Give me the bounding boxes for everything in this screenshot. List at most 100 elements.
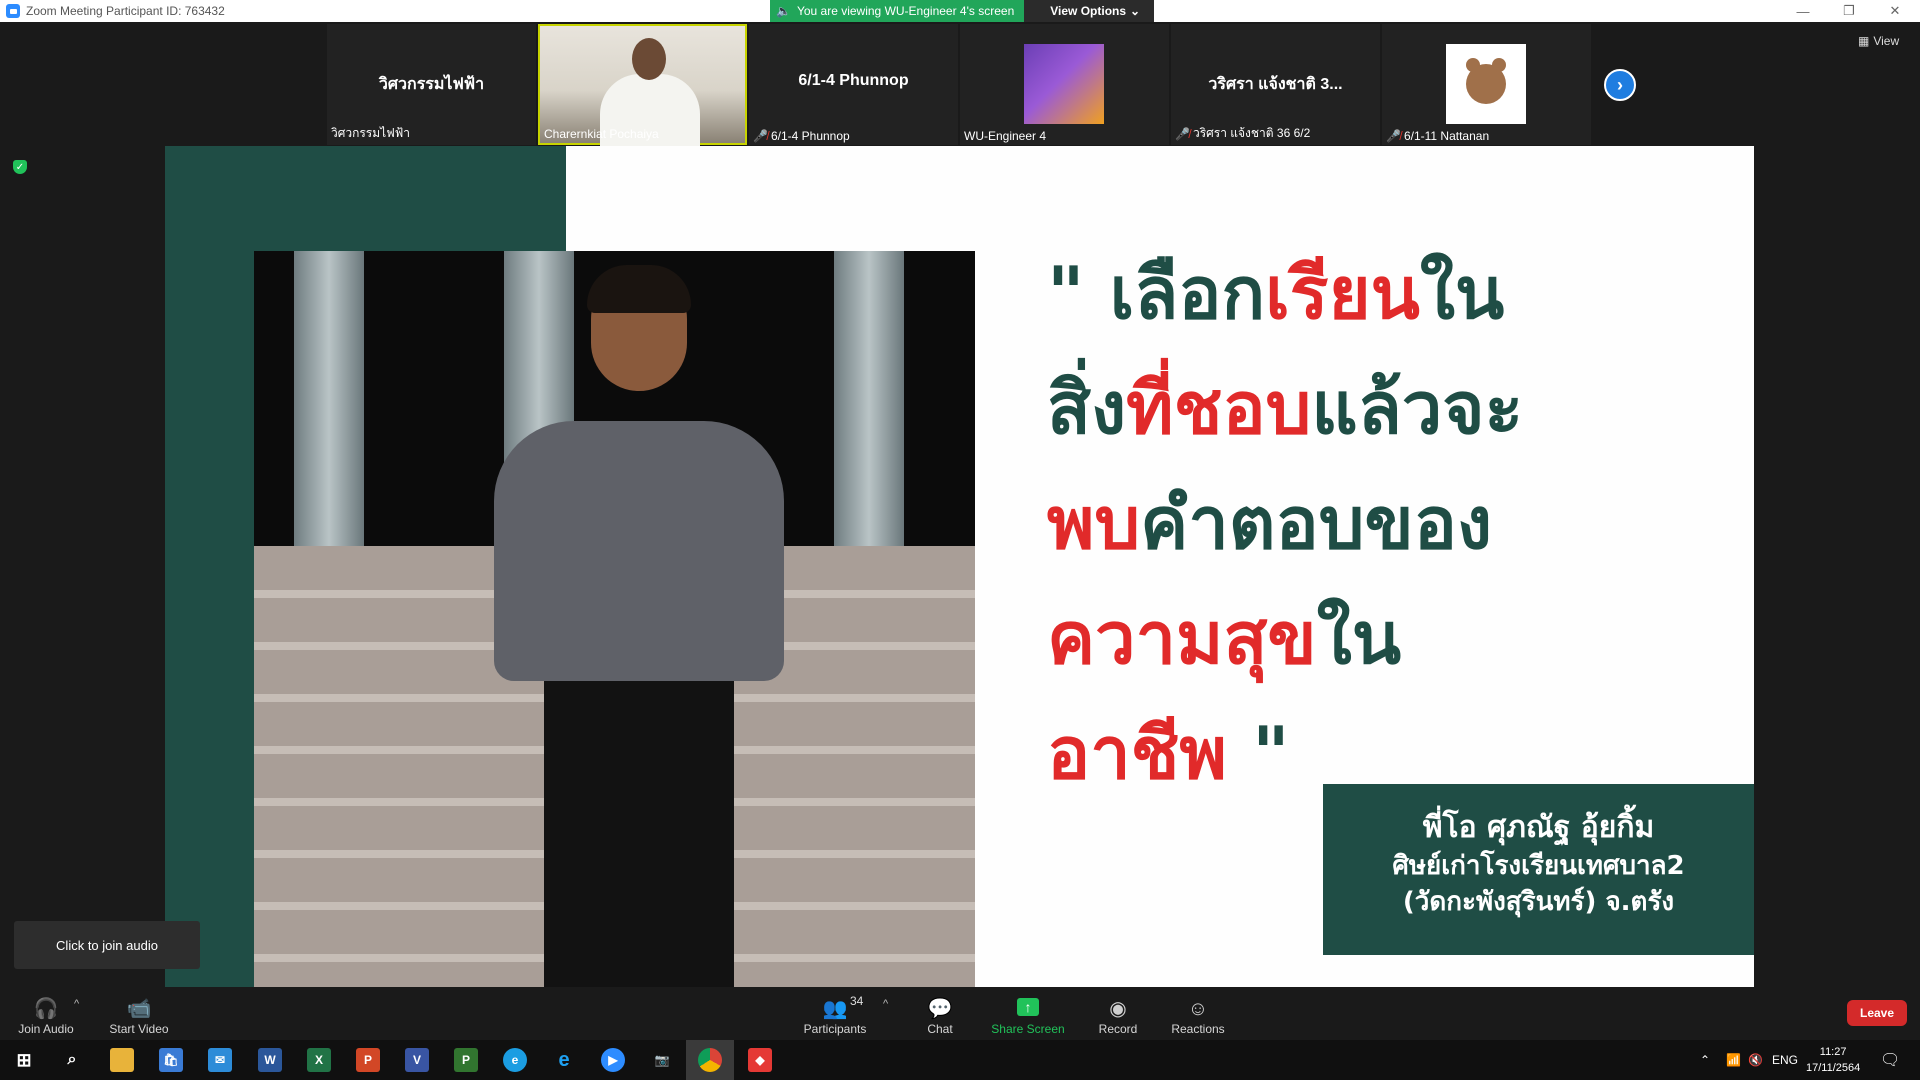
minimize-button[interactable]: — [1780, 0, 1826, 22]
view-options-label: View Options [1050, 4, 1127, 18]
meeting-controls: 🎧 Join Audio 📹 Start Video 👥 Participant… [0, 988, 1920, 1040]
quote-text: ใน [1419, 251, 1505, 335]
quote-highlight: ความสุข [1047, 596, 1317, 680]
anydesk-icon[interactable]: ◆ [748, 1048, 772, 1072]
language-indicator[interactable]: ENG [1772, 1040, 1798, 1080]
quote-text: สิ่ง [1047, 366, 1127, 450]
start-video-button[interactable]: 📹 Start Video [100, 988, 178, 1040]
tray-overflow-icon[interactable]: ⌃ [1700, 1040, 1710, 1080]
participant-label: 🎤̸ 6/1-11 Nattanan [1386, 129, 1490, 143]
shared-screen: " เลือกเรียนใน สิ่งที่ชอบแล้วจะ พบคำตอบของ… [165, 146, 1754, 987]
participant-tile[interactable]: วิศวกรรมไฟฟ้า วิศวกรรมไฟฟ้า [327, 24, 536, 145]
share-screen-button[interactable]: ↑ Share Screen [988, 988, 1068, 1040]
slide-quote: " เลือกเรียนใน สิ่งที่ชอบแล้วจะ พบคำตอบของ… [1047, 236, 1727, 811]
quote-text: " เลือก [1047, 251, 1266, 335]
participant-label: Charernkiat Pochaiya [544, 127, 659, 141]
taskbar-clock[interactable]: 11:27 17/11/2564 [1806, 1044, 1860, 1076]
quote-highlight: พบ [1047, 481, 1141, 565]
viewing-banner: 🔈 You are viewing WU-Engineer 4's screen… [770, 0, 1155, 22]
participants-icon: 👥 [822, 998, 848, 1020]
internet-explorer-icon[interactable]: e [552, 1048, 576, 1072]
participant-tile[interactable]: วริศรา แจ้งชาติ 3... 🎤̸ วริศรา แจ้งชาติ 3… [1171, 24, 1380, 145]
mic-muted-icon: 🎤̸ [753, 129, 768, 143]
store-icon[interactable]: 🛍 [159, 1048, 183, 1072]
zoom-icon[interactable]: ▶ [601, 1048, 625, 1072]
quote-line: " เลือกเรียนใน [1047, 236, 1727, 351]
notification-icon[interactable]: 🗨 [1880, 1040, 1900, 1080]
join-audio-button[interactable]: 🎧 Join Audio [10, 988, 82, 1040]
restore-button[interactable]: ❐ [1826, 0, 1872, 22]
record-icon: ◉ [1109, 998, 1127, 1020]
mic-muted-icon: 🎤̸ [1175, 126, 1190, 141]
participant-tile[interactable]: WU-Engineer 4 [960, 24, 1169, 145]
participant-display-name: 6/1-4 Phunnop [798, 72, 909, 89]
participant-display-name: วิศวกรรมไฟฟ้า [378, 76, 485, 93]
slide-caption: พี่โอ ศุภณัฐ อุ้ยกิ้ม ศิษย์เก่าโรงเรียนเ… [1323, 784, 1754, 955]
file-explorer-icon[interactable] [110, 1048, 134, 1072]
participant-video [540, 26, 745, 147]
video-off-icon: 📹 [126, 998, 152, 1020]
camera-icon[interactable]: 📷 [650, 1048, 674, 1072]
word-icon[interactable]: W [258, 1048, 282, 1072]
participant-label: วิศวกรรมไฟฟ้า [331, 126, 410, 140]
view-options-button[interactable]: View Options ⌄ [1024, 0, 1155, 22]
headphones-icon: 🎧 [33, 998, 59, 1020]
join-audio-tooltip: Click to join audio [14, 921, 200, 969]
quote-text: แล้วจะ [1311, 366, 1524, 450]
volume-muted-icon[interactable]: 🔇 [1748, 1040, 1763, 1080]
next-page-arrow-icon[interactable]: › [1604, 69, 1636, 101]
edge-icon[interactable]: e [503, 1048, 527, 1072]
excel-icon[interactable]: X [307, 1048, 331, 1072]
security-shield-icon[interactable]: ✓ [13, 160, 27, 174]
quote-highlight: เรียน [1265, 251, 1420, 335]
start-icon[interactable]: ⊞ [12, 1048, 36, 1072]
viewing-text: You are viewing WU-Engineer 4's screen [796, 4, 1015, 18]
chevron-down-icon: ⌄ [1130, 4, 1141, 18]
caption-location: (วัดกะพังสุรินทร์) จ.ตรัง [1402, 887, 1675, 917]
participant-display-name: วริศรา แจ้งชาติ 3... [1208, 76, 1343, 93]
participants-count: 34 [850, 994, 864, 1008]
grid-icon: ▦ [1858, 34, 1870, 48]
powerpoint-icon[interactable]: P [356, 1048, 380, 1072]
clock-date: 17/11/2564 [1806, 1062, 1861, 1074]
participant-tile[interactable]: 🎤̸ 6/1-11 Nattanan [1382, 24, 1591, 145]
quote-line: ความสุขใน [1047, 581, 1727, 696]
quote-line: สิ่งที่ชอบแล้วจะ [1047, 351, 1727, 466]
participant-tile[interactable]: 6/1-4 Phunnop 🎤̸ 6/1-4 Phunnop [749, 24, 958, 145]
wifi-icon[interactable]: 📶 [1726, 1040, 1741, 1080]
visio-icon[interactable]: V [405, 1048, 429, 1072]
caption-name: พี่โอ ศุภณัฐ อุ้ยกิ้ม [1422, 810, 1655, 845]
teddy-bear-avatar [1446, 44, 1526, 124]
quote-highlight: ที่ชอบ [1126, 366, 1312, 450]
leave-button[interactable]: Leave [1847, 1000, 1907, 1026]
chrome-icon[interactable] [698, 1048, 722, 1072]
project-icon[interactable]: P [454, 1048, 478, 1072]
chat-button[interactable]: 💬 Chat [920, 988, 960, 1040]
clock-time: 11:27 [1819, 1046, 1847, 1058]
audio-options-caret-icon[interactable]: ^ [74, 998, 79, 1010]
reactions-button[interactable]: ☺ Reactions [1168, 988, 1228, 1040]
participant-tile-active-speaker[interactable]: Charernkiat Pochaiya [538, 24, 747, 147]
record-button[interactable]: ◉ Record [1094, 988, 1142, 1040]
windows-taskbar: ⊞ ⌕ 🛍 ✉ W X P V P e e ▶ 📷 ◆ ⌃ 📶 🔇 ENG 11… [0, 1040, 1920, 1080]
caption-school: ศิษย์เก่าโรงเรียนเทศบาล2 [1392, 851, 1685, 881]
search-icon[interactable]: ⌕ [60, 1048, 84, 1072]
reactions-icon: ☺ [1187, 998, 1209, 1020]
share-screen-icon: ↑ [1017, 998, 1039, 1016]
quote-line: พบคำตอบของ [1047, 466, 1727, 581]
participants-options-caret-icon[interactable]: ^ [883, 998, 888, 1010]
mail-icon[interactable]: ✉ [208, 1048, 232, 1072]
viewing-status: 🔈 You are viewing WU-Engineer 4's screen [770, 0, 1025, 22]
quote-text: ใน [1316, 596, 1402, 680]
view-button[interactable]: ▦ View [1858, 34, 1899, 48]
quote-text: คำตอบของ [1140, 481, 1493, 565]
mic-muted-icon: 🎤̸ [1386, 129, 1401, 143]
participant-strip: วิศวกรรมไฟฟ้า วิศวกรรมไฟฟ้า Charernkiat … [327, 24, 1591, 147]
quote-highlight: อาชีพ [1047, 711, 1227, 795]
close-button[interactable]: ✕ [1872, 0, 1918, 22]
speaker-icon: 🔈 [776, 4, 791, 18]
profile-poster-image [1024, 44, 1104, 124]
student-photo [254, 251, 975, 987]
window-title: Zoom Meeting Participant ID: 763432 [26, 4, 225, 18]
zoom-app-icon [6, 4, 20, 18]
